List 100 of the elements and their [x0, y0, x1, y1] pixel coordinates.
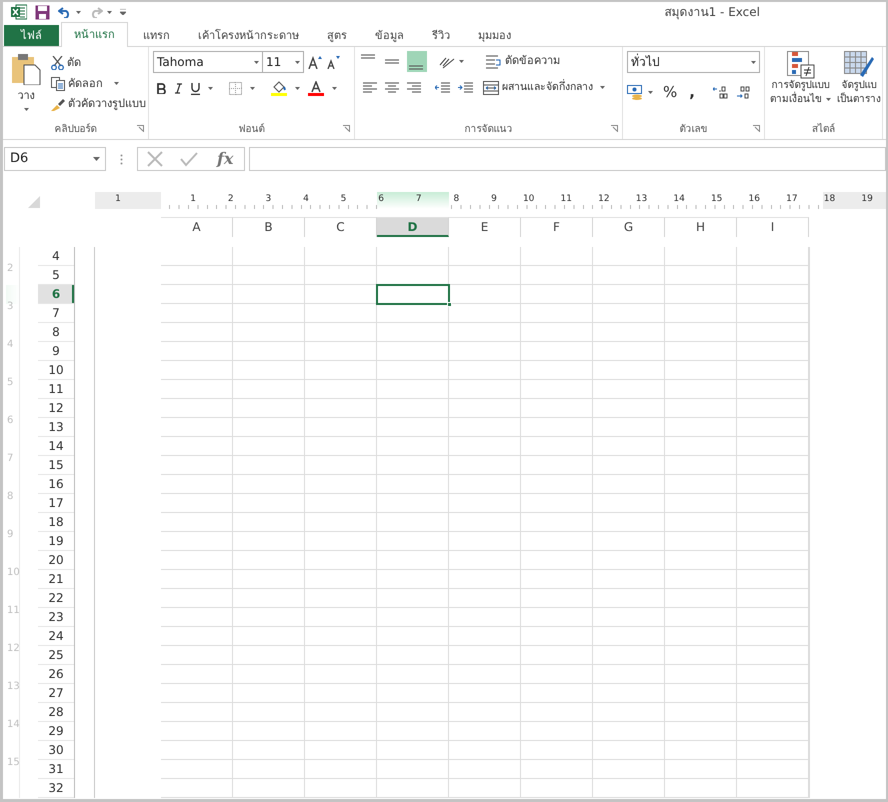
- format-painter-button[interactable]: ตัวคัดวางรูปแบบ: [49, 96, 148, 112]
- shrink-font-icon[interactable]: [326, 55, 340, 69]
- fill-handle[interactable]: [447, 302, 452, 307]
- column-header[interactable]: B: [233, 217, 305, 237]
- row-header[interactable]: 9: [38, 342, 74, 361]
- row-header[interactable]: 7: [38, 304, 74, 323]
- row-header[interactable]: 28: [38, 703, 74, 722]
- row-header[interactable]: 4: [38, 247, 74, 266]
- decrease-indent-icon[interactable]: [435, 82, 450, 94]
- ribbon-tab[interactable]: หน้าแรก: [61, 22, 128, 47]
- format-as-table-button[interactable]: จัดรูปแบ เป็นตาราง: [836, 51, 882, 122]
- copy-button[interactable]: คัดลอก: [49, 76, 148, 92]
- dialog-launcher-icon[interactable]: [343, 125, 350, 132]
- column-header[interactable]: I: [737, 217, 809, 237]
- name-box[interactable]: D6: [4, 147, 106, 171]
- row-header[interactable]: 20: [38, 551, 74, 570]
- row-header[interactable]: 8: [38, 323, 74, 342]
- increase-decimal-icon[interactable]: [712, 86, 728, 99]
- merge-center-button[interactable]: ผสานและจัดกึ่งกลาง: [481, 80, 607, 96]
- ribbon-tab[interactable]: สูตร: [314, 24, 360, 46]
- currency-icon[interactable]: [627, 84, 644, 100]
- row-header[interactable]: 6: [38, 285, 74, 304]
- caret-icon[interactable]: [250, 87, 255, 90]
- decrease-decimal-icon[interactable]: [736, 86, 751, 99]
- row-header[interactable]: 24: [38, 627, 74, 646]
- row-header[interactable]: 22: [38, 589, 74, 608]
- row-header[interactable]: 21: [38, 570, 74, 589]
- increase-indent-icon[interactable]: [458, 82, 473, 94]
- align-right-icon[interactable]: [407, 82, 421, 94]
- row-header[interactable]: 25: [38, 646, 74, 665]
- caret-icon[interactable]: [76, 10, 81, 14]
- row-header[interactable]: 12: [38, 399, 74, 418]
- row-header[interactable]: 14: [38, 437, 74, 456]
- column-header[interactable]: E: [449, 217, 521, 237]
- caret-icon[interactable]: [648, 90, 653, 94]
- ribbon-tab[interactable]: มุมมอง: [465, 24, 524, 46]
- fill-color-icon[interactable]: [271, 81, 287, 96]
- row-header[interactable]: 13: [38, 418, 74, 437]
- row-header[interactable]: 19: [38, 532, 74, 551]
- align-center-icon[interactable]: [385, 82, 399, 94]
- undo-icon[interactable]: [58, 6, 72, 18]
- row-header[interactable]: 26: [38, 665, 74, 684]
- paste-button[interactable]: วาง: [7, 51, 45, 122]
- wrap-text-button[interactable]: ตัดข้อความ: [484, 53, 562, 70]
- align-left-icon[interactable]: [363, 82, 377, 94]
- row-header[interactable]: 17: [38, 494, 74, 513]
- checkmark-icon[interactable]: [180, 151, 198, 167]
- spreadsheet-logo-icon[interactable]: [11, 4, 27, 20]
- row-header[interactable]: 29: [38, 722, 74, 741]
- ribbon-tab[interactable]: ข้อมูล: [362, 24, 417, 46]
- font-name-dropdown[interactable]: Tahoma: [153, 51, 263, 73]
- conditional-formatting-button[interactable]: การจัดรูปแบบ ตามเงื่อนไข: [769, 51, 832, 122]
- bold-icon[interactable]: [157, 83, 166, 94]
- row-header[interactable]: 30: [38, 741, 74, 760]
- save-icon[interactable]: [35, 4, 50, 20]
- font-size-dropdown[interactable]: 11: [262, 51, 304, 73]
- row-header[interactable]: 16: [38, 475, 74, 494]
- row-header[interactable]: 15: [38, 456, 74, 475]
- column-header[interactable]: F: [521, 217, 593, 237]
- cut-button[interactable]: ตัด: [49, 55, 148, 72]
- comma-style-button[interactable]: ,: [687, 81, 697, 104]
- merge-cells-icon: [483, 80, 499, 95]
- column-header[interactable]: A: [161, 217, 233, 237]
- row-header[interactable]: 27: [38, 684, 74, 703]
- dialog-launcher-icon[interactable]: [137, 125, 144, 132]
- conditional-format-icon: [786, 51, 814, 79]
- underline-icon[interactable]: [191, 82, 200, 94]
- dialog-launcher-icon[interactable]: [611, 125, 618, 132]
- active-cell[interactable]: [377, 285, 449, 304]
- dialog-launcher-icon[interactable]: [753, 125, 760, 132]
- grow-font-icon[interactable]: [308, 55, 322, 69]
- ruler-number: 11: [560, 193, 573, 206]
- column-header[interactable]: D: [377, 217, 449, 237]
- paintbrush-icon: [51, 98, 65, 111]
- row-header[interactable]: 31: [38, 760, 74, 779]
- italic-icon[interactable]: [174, 83, 183, 94]
- percent-style-button[interactable]: %: [661, 81, 680, 104]
- caret-icon[interactable]: [332, 87, 337, 90]
- insert-function-button[interactable]: fx: [214, 147, 236, 171]
- borders-icon[interactable]: [229, 82, 242, 95]
- row-header[interactable]: 18: [38, 513, 74, 532]
- row-header[interactable]: 11: [38, 380, 74, 399]
- row-header[interactable]: 32: [38, 779, 74, 798]
- ribbon-tab[interactable]: แทรก: [130, 24, 183, 46]
- formula-input[interactable]: [249, 147, 886, 171]
- column-header[interactable]: G: [593, 217, 665, 237]
- row-header[interactable]: 10: [38, 361, 74, 380]
- caret-icon[interactable]: [295, 87, 300, 90]
- customize-caret-icon[interactable]: [120, 9, 126, 15]
- caret-icon[interactable]: [208, 87, 213, 90]
- caret-icon[interactable]: [107, 10, 112, 14]
- number-format-dropdown[interactable]: ทั่วไป: [627, 51, 760, 73]
- caret-icon[interactable]: [459, 60, 464, 63]
- ribbon-tab[interactable]: เค้าโครงหน้ากระดาษ: [185, 24, 312, 46]
- font-color-icon[interactable]: [308, 81, 324, 96]
- column-header[interactable]: H: [665, 217, 737, 237]
- row-header[interactable]: 23: [38, 608, 74, 627]
- file-tab[interactable]: ไฟล์: [4, 24, 59, 46]
- ribbon-tab[interactable]: รีวิว: [419, 24, 463, 46]
- bottom-align-icon[interactable]: [407, 51, 427, 72]
